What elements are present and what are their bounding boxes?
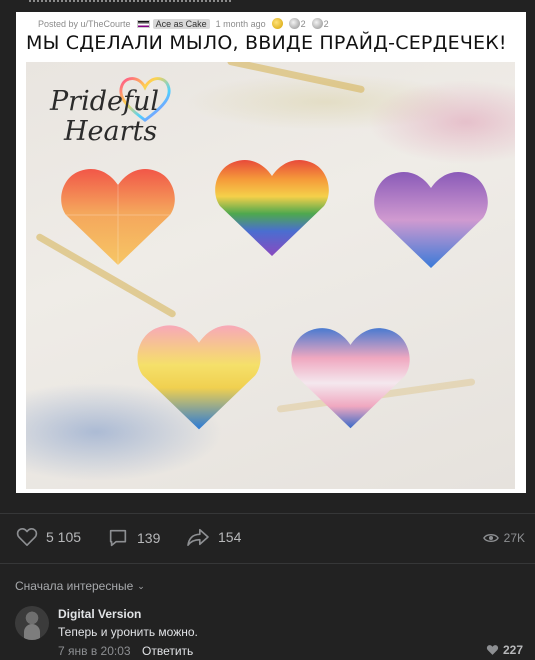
share-count: 154 (218, 529, 242, 545)
soap-heart-trans (288, 314, 413, 432)
chevron-down-icon: ⌄ (137, 580, 145, 591)
share-button[interactable]: 154 (186, 527, 241, 547)
prideful-hearts-logo: Prideful Hearts (50, 76, 200, 156)
comments-sort-dropdown[interactable]: Сначала интересные ⌄ (15, 579, 145, 593)
comment-like-count: 227 (502, 643, 523, 657)
avatar[interactable] (15, 606, 49, 640)
award-count: 2 (323, 18, 329, 29)
posted-by: Posted by u/TheCourte (38, 18, 131, 29)
views-count: 27K (503, 531, 525, 545)
award-count: 2 (300, 18, 306, 29)
logo-line-2: Hearts (64, 116, 158, 147)
comment-item: Digital Version Теперь и уронить можно. … (15, 603, 525, 660)
comment-text: Теперь и уронить можно. (58, 625, 198, 639)
like-count: 5 105 (46, 529, 82, 545)
sort-label: Сначала интересные (15, 579, 134, 593)
comment-date[interactable]: 7 янв в 20:03 (58, 644, 131, 658)
user-flair: Ace as Cake (152, 18, 210, 29)
reply-button[interactable]: Ответить (142, 644, 193, 658)
comment-author[interactable]: Digital Version (58, 607, 141, 621)
soap-heart-purple (371, 160, 491, 270)
soap-heart-rainbow (212, 148, 332, 258)
post-image[interactable]: Posted by u/TheCourte Ace as Cake 1 mont… (16, 12, 526, 493)
comment-icon (109, 529, 127, 547)
reddit-post-meta: Posted by u/TheCourte Ace as Cake 1 mont… (38, 18, 329, 29)
eye-icon (482, 534, 499, 542)
views-counter: 27K (482, 531, 525, 545)
comments-button[interactable]: 139 (107, 527, 160, 549)
divider (0, 563, 535, 564)
comment-count: 139 (137, 530, 161, 546)
soap-heart-orange (58, 157, 178, 267)
comment-like-button[interactable]: 227 (486, 643, 523, 657)
logo-line-1: Prideful (50, 86, 159, 117)
silver-award-icon (311, 18, 323, 29)
soap-heart-pan (134, 312, 264, 432)
ace-flag-icon (136, 19, 150, 28)
post-headline: МЫ СДЕЛАЛИ МЫЛО, ВВИДЕ ПРАЙД-СЕРДЕЧЕК! (26, 32, 507, 54)
silver-award-icon (288, 18, 300, 29)
like-button[interactable]: 5 105 (16, 527, 81, 547)
gold-award-icon (271, 18, 283, 29)
soap-hearts-photo: Prideful Hearts (26, 62, 515, 489)
post-age: 1 month ago (215, 18, 266, 29)
post-actions: 5 105 139 154 27K (0, 515, 535, 561)
heart-icon (16, 527, 38, 546)
share-icon (187, 528, 209, 546)
top-divider-dots (29, 0, 233, 2)
divider (0, 513, 535, 514)
heart-icon (486, 645, 499, 655)
